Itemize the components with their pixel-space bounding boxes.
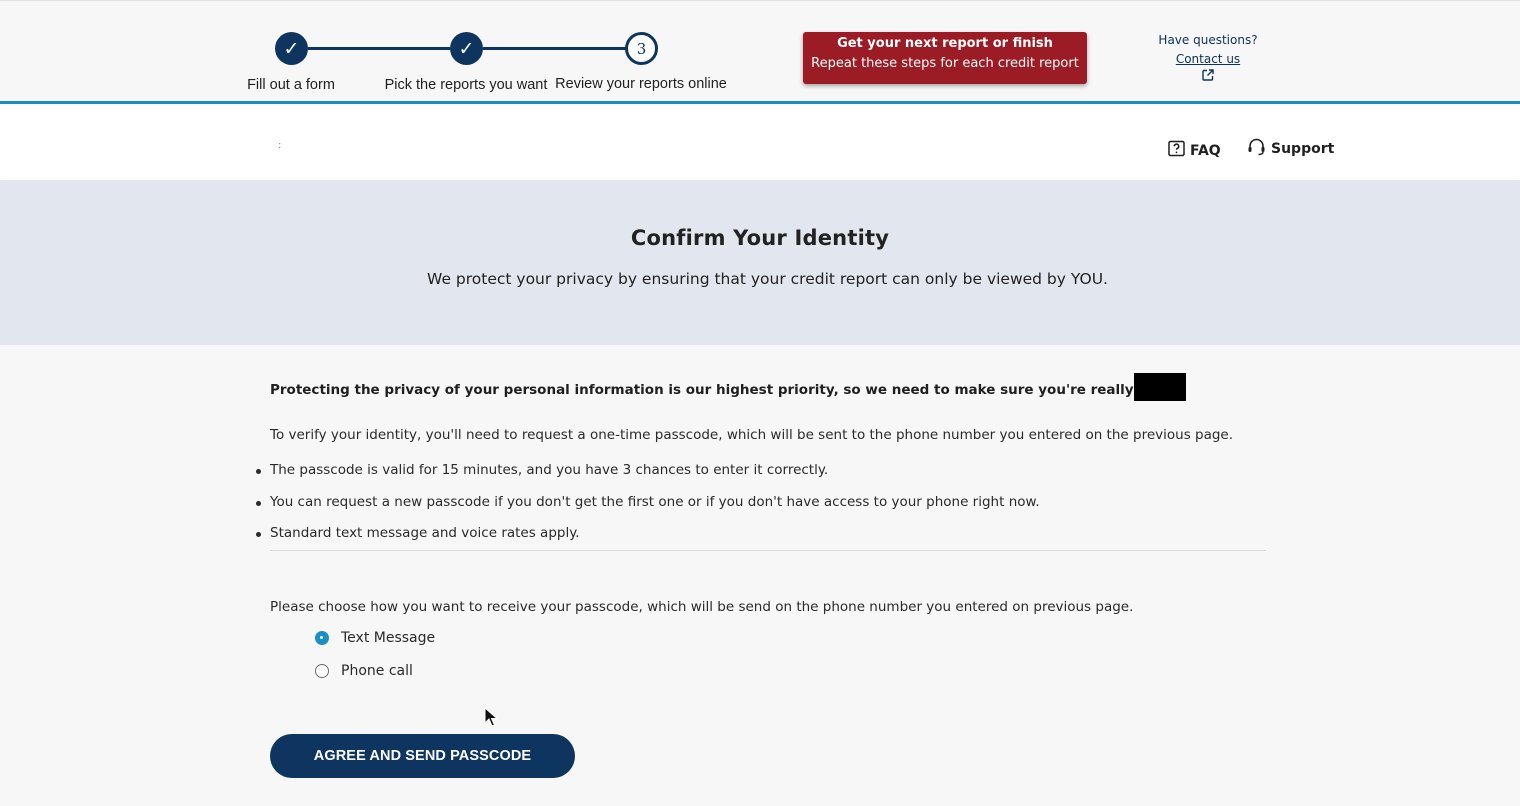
- redacted-name-block: [1133, 373, 1186, 401]
- agree-send-passcode-button[interactable]: AGREE AND SEND PASSCODE: [270, 734, 575, 778]
- headset-icon: [1247, 138, 1266, 160]
- step-connector: [308, 47, 450, 50]
- contact-us-link[interactable]: Contact us: [1140, 51, 1276, 67]
- questions-prompt: Have questions?: [1158, 33, 1258, 47]
- progress-stepper: ✓ ✓ 3 Fill out a form Pick the reports y…: [0, 0, 1520, 104]
- external-link-icon[interactable]: [1202, 69, 1214, 84]
- section-divider: [270, 550, 1266, 551]
- step-2-label: Pick the reports you want: [384, 77, 548, 93]
- step-3-label: Review your reports online: [555, 76, 727, 92]
- header-separator: :: [278, 140, 282, 151]
- support-link[interactable]: Support: [1247, 138, 1334, 160]
- page-subtitle: We protect your privacy by ensuring that…: [427, 270, 1108, 288]
- next-report-title: Get your next report or finish: [837, 36, 1053, 51]
- list-item: The passcode is valid for 15 minutes, an…: [256, 462, 1040, 494]
- priority-statement: Protecting the privacy of your personal …: [270, 373, 1186, 404]
- phone-call-radio[interactable]: [315, 664, 329, 678]
- step-3-number: 3: [625, 32, 658, 65]
- step-connector: [483, 47, 626, 50]
- phone-call-option[interactable]: Phone call: [315, 663, 413, 679]
- list-item: You can request a new passcode if you do…: [256, 494, 1040, 526]
- faq-label: FAQ: [1190, 142, 1221, 159]
- delivery-method-prompt: Please choose how you want to receive yo…: [270, 599, 1134, 615]
- mouse-cursor-icon: [484, 706, 499, 731]
- identity-hero: Confirm Your Identity We protect your pr…: [0, 181, 1520, 345]
- question-mark-box-icon: [1168, 140, 1185, 161]
- next-report-subtitle: Repeat these steps for each credit repor…: [811, 56, 1079, 71]
- site-header: : FAQ Support: [0, 104, 1520, 180]
- support-label: Support: [1271, 141, 1335, 157]
- step-1-check-icon: ✓: [275, 32, 308, 65]
- priority-text: Protecting the privacy of your personal …: [270, 382, 1134, 398]
- list-item: Standard text message and voice rates ap…: [256, 525, 1040, 557]
- text-message-radio[interactable]: [315, 631, 329, 645]
- step-1-label: Fill out a form: [247, 77, 335, 93]
- text-message-label: Text Message: [341, 630, 436, 646]
- passcode-info-list: The passcode is valid for 15 minutes, an…: [256, 462, 1040, 557]
- phone-call-label: Phone call: [341, 663, 413, 679]
- questions-box: Have questions? Contact us: [1140, 32, 1276, 84]
- next-report-banner[interactable]: Get your next report or finish Repeat th…: [803, 32, 1087, 84]
- intro-text: To verify your identity, you'll need to …: [270, 427, 1234, 443]
- faq-link[interactable]: FAQ: [1168, 140, 1221, 161]
- text-message-option[interactable]: Text Message: [315, 630, 435, 646]
- page-title: Confirm Your Identity: [630, 226, 890, 250]
- step-2-check-icon: ✓: [450, 32, 483, 65]
